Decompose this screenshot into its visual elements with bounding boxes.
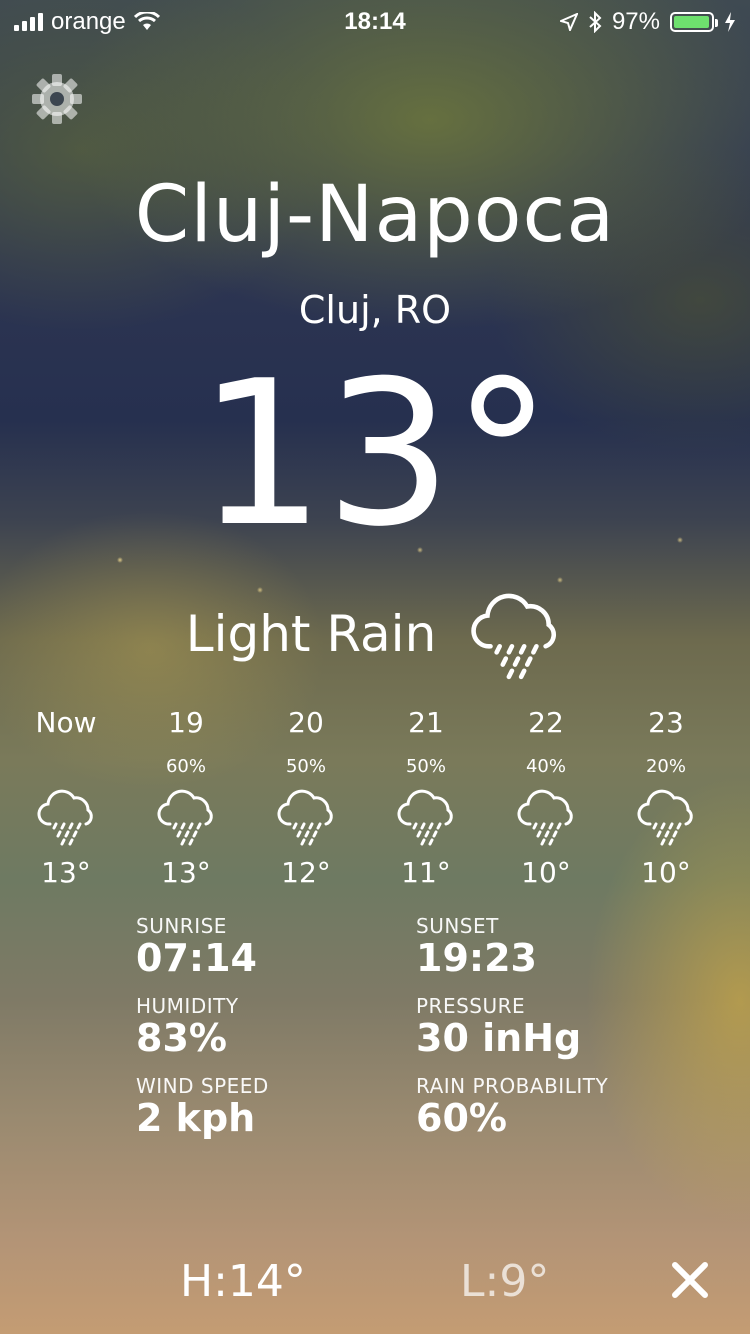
hourly-item: 23 20% 10° [606,706,726,896]
wind-speed-detail: WIND SPEED 2 kph [136,1074,396,1140]
rain-cloud-icon [277,789,333,846]
battery-percent: 97% [611,8,660,35]
hour-temperature: 10° [521,856,571,889]
low-temperature: L:9° [460,1256,550,1307]
humidity-label: HUMIDITY [136,994,239,1018]
hour-precip: 40% [525,756,566,777]
status-right: 97% [559,8,736,36]
humidity-value: 83% [136,1016,227,1060]
close-icon[interactable] [670,1260,710,1300]
bluetooth-icon [589,11,602,33]
rain-cloud-icon [517,789,573,846]
hour-temperature: 13° [161,856,211,889]
sunset-value: 19:23 [416,936,537,980]
gear-icon[interactable] [30,72,84,126]
hour-time: 21 [408,706,444,739]
rain-cloud-icon [37,789,93,846]
hour-time: 23 [648,706,684,739]
sunset-label: SUNSET [416,914,499,938]
rain-cloud-icon [637,789,693,846]
rain-probability-value: 60% [416,1096,507,1140]
hour-temperature: 10° [641,856,691,889]
wind-speed-label: WIND SPEED [136,1074,269,1098]
condition-row: Light Rain [0,585,750,683]
hour-temperature: 11° [401,856,451,889]
pressure-label: PRESSURE [416,994,526,1018]
wind-speed-value: 2 kph [136,1096,256,1140]
city-name: Cluj-Napoca [134,170,616,260]
pressure-value: 30 inHg [416,1016,582,1060]
hour-time: Now [35,706,97,739]
battery-icon [670,12,718,32]
hourly-item: 22 40% 10° [486,706,606,896]
region-name: Cluj, RO [298,288,452,332]
hour-temperature: 13° [41,856,91,889]
hourly-forecast[interactable]: Now 13° 19 60% 13° 20 50% 12° 21 50% 11°… [6,706,726,896]
rain-probability-detail: RAIN PROBABILITY 60% [416,1074,676,1140]
humidity-detail: HUMIDITY 83% [136,994,396,1060]
hour-precip: 20% [645,756,686,777]
high-temperature: H:14° [180,1256,306,1307]
rain-cloud-icon [397,789,453,846]
hourly-item: 21 50% 11° [366,706,486,896]
hour-time: 22 [528,706,564,739]
sunrise-detail: SUNRISE 07:14 [136,914,396,980]
sunrise-value: 07:14 [136,936,257,980]
hourly-item: Now 13° [6,706,126,896]
battery-fill [674,16,709,28]
hour-time: 19 [168,706,204,739]
hour-temperature: 12° [281,856,331,889]
hourly-item: 19 60% 13° [126,706,246,896]
hour-precip: 50% [405,756,446,777]
hour-precip: 50% [285,756,326,777]
hourly-item: 20 50% 12° [246,706,366,896]
charging-bolt-icon [725,12,735,32]
rain-cloud-icon [157,789,213,846]
hour-time: 20 [288,706,324,739]
location-arrow-icon [559,13,578,31]
current-temperature: 13° [197,338,553,571]
sunset-detail: SUNSET 19:23 [416,914,676,980]
rain-probability-label: RAIN PROBABILITY [416,1074,609,1098]
pressure-detail: PRESSURE 30 inHg [416,994,676,1060]
hour-precip: 60% [165,756,206,777]
condition-text: Light Rain [185,605,437,663]
status-bar: orange 18:14 97% [0,0,750,42]
sunrise-label: SUNRISE [136,914,227,938]
rain-cloud-icon [471,593,557,680]
